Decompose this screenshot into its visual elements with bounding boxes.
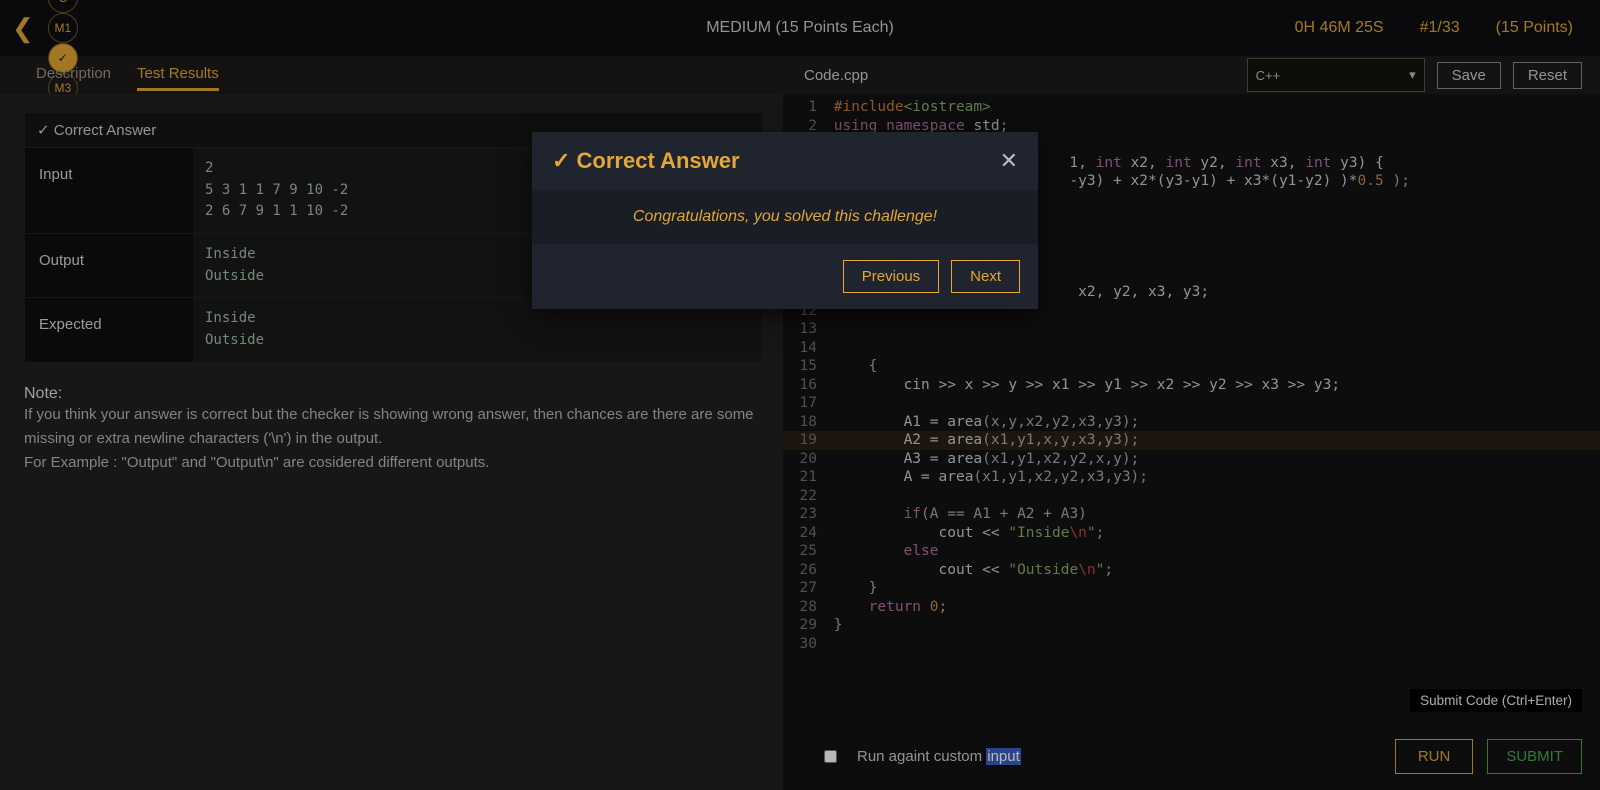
language-value: C++: [1256, 68, 1281, 83]
top-right-stats: 0H 46M 25S #1/33 (15 Points): [1295, 19, 1588, 37]
note-line2: For Example : "Output" and "Output\n" ar…: [24, 451, 763, 475]
top-bar: ❮ ABCM1✓M3M4 MEDIUM (15 Points Each) 0H …: [0, 0, 1600, 56]
progress: #1/33: [1420, 19, 1460, 37]
save-button[interactable]: Save: [1437, 62, 1501, 89]
chevron-down-icon: ▾: [1409, 67, 1416, 83]
custom-input-checkbox[interactable]: [824, 750, 837, 763]
timer: 0H 46M 25S: [1295, 19, 1384, 37]
tab-description[interactable]: Description: [36, 59, 111, 91]
reset-button[interactable]: Reset: [1513, 62, 1582, 89]
challenge-title: MEDIUM (15 Points Each): [706, 19, 894, 37]
output-label: Output: [25, 234, 193, 297]
next-button[interactable]: Next: [951, 260, 1020, 293]
bottom-bar: Run againt custom input RUN SUBMIT: [802, 722, 1600, 790]
input-label: Input: [25, 148, 193, 233]
previous-button[interactable]: Previous: [843, 260, 939, 293]
expected-label: Expected: [25, 298, 193, 361]
file-name: Code.cpp: [804, 67, 868, 84]
tab-test-results[interactable]: Test Results: [137, 59, 219, 91]
nav-m1[interactable]: M1: [48, 13, 78, 43]
note-heading: Note:: [24, 385, 763, 403]
back-icon[interactable]: ❮: [12, 13, 34, 44]
toolbar: Description Test Results C++ ▾ Save Rese…: [0, 56, 1600, 94]
run-button[interactable]: RUN: [1395, 739, 1474, 774]
language-select[interactable]: C++ ▾: [1247, 58, 1425, 92]
note-line1: If you think your answer is correct but …: [24, 403, 763, 451]
custom-input-label: Run againt custom input: [857, 748, 1021, 765]
close-icon[interactable]: ✕: [1000, 148, 1018, 174]
result-modal: ✓ Correct Answer ✕ Congratulations, you …: [532, 132, 1038, 309]
modal-title: ✓ Correct Answer: [552, 148, 740, 174]
modal-message: Congratulations, you solved this challen…: [532, 190, 1038, 244]
points: (15 Points): [1496, 19, 1573, 37]
submit-tooltip: Submit Code (Ctrl+Enter): [1410, 689, 1582, 712]
nav-c[interactable]: C: [48, 0, 78, 13]
submit-button[interactable]: SUBMIT: [1487, 739, 1582, 774]
